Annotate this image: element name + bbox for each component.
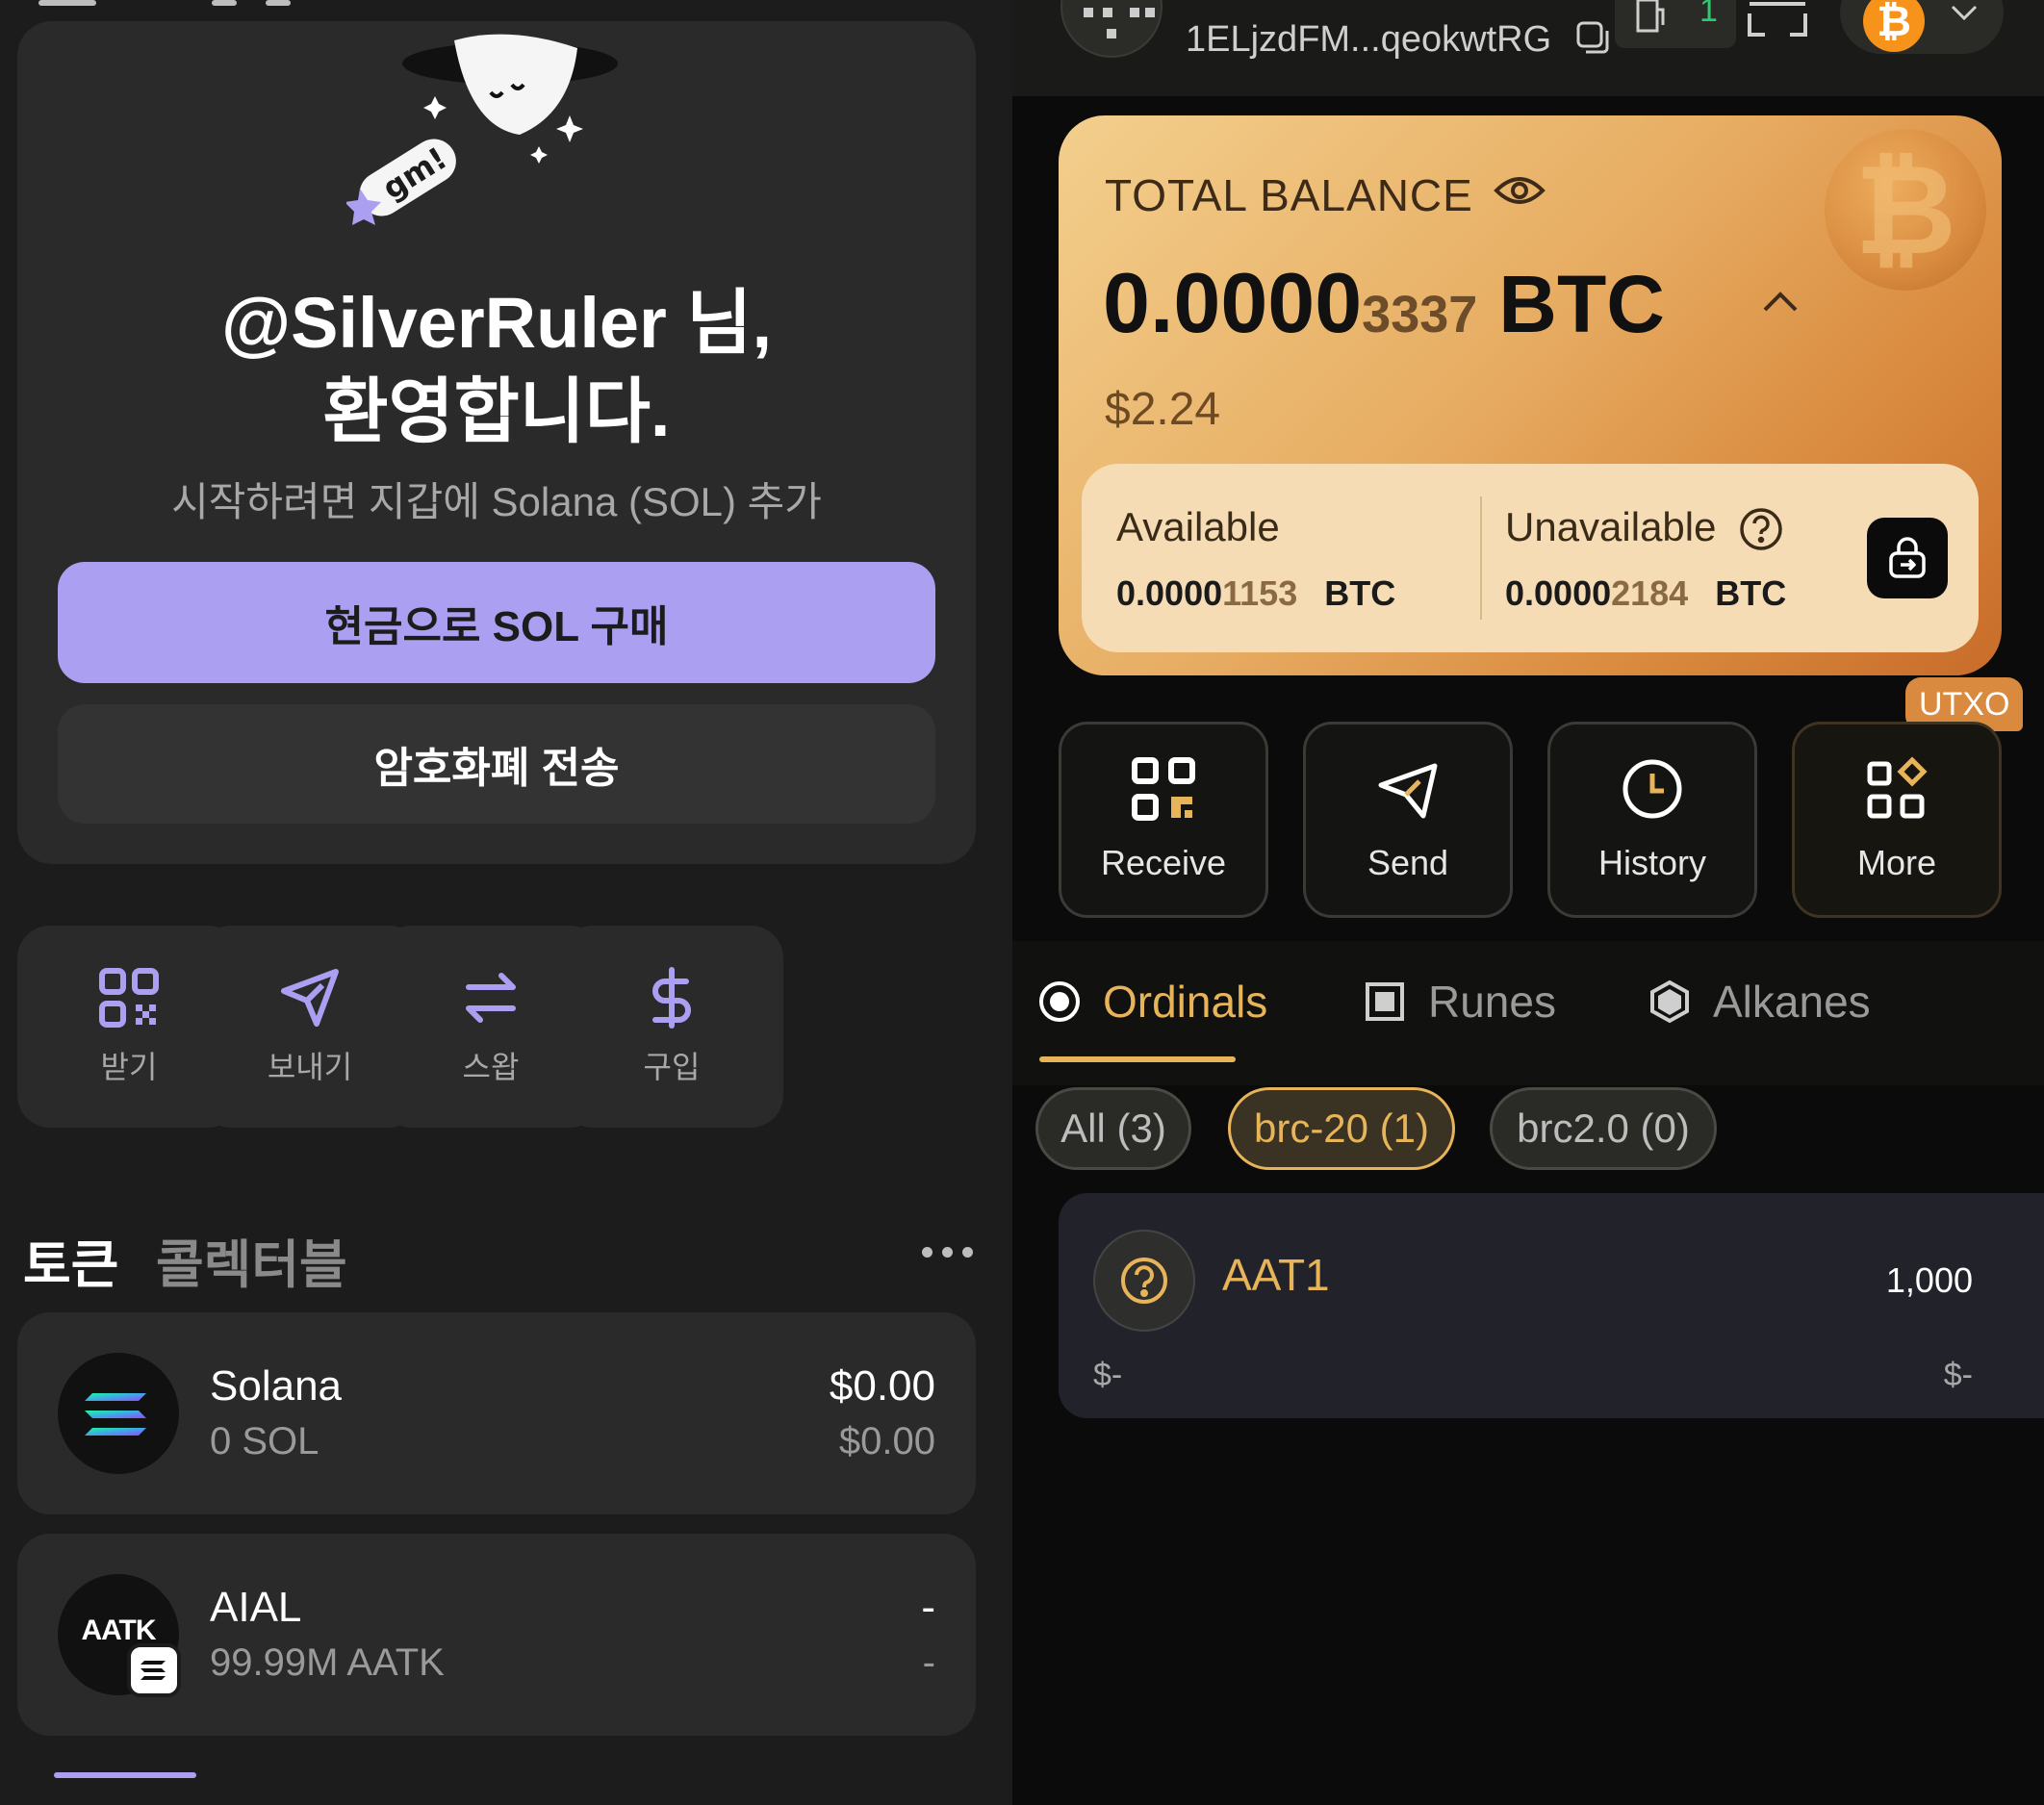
home-indicator bbox=[54, 1772, 196, 1778]
gm-mascot-illustration: gm! bbox=[346, 34, 618, 225]
tab-ordinals[interactable]: Ordinals bbox=[1037, 976, 1267, 1028]
filter-chip-brc2[interactable]: brc2.0 (0) bbox=[1490, 1087, 1717, 1170]
welcome-subtitle: 시작하려면 지갑에 Solana (SOL) 추가 bbox=[171, 479, 822, 524]
aatk-logo-icon: AATK bbox=[58, 1574, 181, 1697]
bitcoin-coin-icon: ₿ bbox=[1825, 129, 1986, 291]
token-amount: 0 SOL bbox=[210, 1420, 319, 1462]
gas-pump-icon bbox=[1636, 0, 1665, 33]
asset-usd-change: $- bbox=[1943, 1357, 1973, 1393]
total-balance-value: 0.00003337 BTC bbox=[1103, 255, 1665, 350]
history-button[interactable]: History bbox=[1547, 722, 1757, 918]
copy-icon[interactable] bbox=[1574, 19, 1613, 58]
quick-actions: 받기 보내기 스왑 구입 bbox=[17, 926, 976, 1128]
chevron-up-icon[interactable] bbox=[1761, 287, 1800, 316]
solana-chain-badge-icon bbox=[127, 1643, 181, 1697]
phantom-wallet-panel: gm! @SilverRuler 님, 환영합니다. 시작하려면 지갑에 Sol… bbox=[0, 0, 1012, 1805]
token-name: AIAL bbox=[210, 1584, 302, 1631]
tab-collectibles[interactable]: 콜렉터블 bbox=[156, 1222, 347, 1298]
chain-selector[interactable]: ₿ bbox=[1840, 0, 2004, 54]
swap-action-label: 스왑 bbox=[462, 1050, 520, 1084]
active-tab-underline bbox=[1039, 1056, 1236, 1062]
welcome-title-line2: 환영합니다. bbox=[322, 371, 671, 451]
receive-label: Receive bbox=[1100, 843, 1227, 882]
account-avatar[interactable] bbox=[1060, 0, 1163, 58]
token-value-change: $0.00 bbox=[838, 1420, 935, 1462]
balance-breakdown: Available 0.00001153 BTC Unavailable 0.00… bbox=[1082, 464, 1979, 652]
unlock-icon bbox=[1889, 537, 1926, 578]
send-action-label: 보내기 bbox=[267, 1050, 353, 1084]
wallet-address[interactable]: 1ELjzdFM...qeokwtRG bbox=[1186, 19, 1551, 61]
balance-divider bbox=[1480, 496, 1482, 620]
token-value: - bbox=[921, 1584, 935, 1631]
radio-selected-icon bbox=[1039, 981, 1080, 1022]
send-icon bbox=[281, 969, 339, 1027]
tab-tokens[interactable]: 토큰 bbox=[23, 1222, 118, 1298]
gas-indicator-value: 1 bbox=[1699, 0, 1718, 29]
buy-sol-button[interactable]: 현금으로 SOL 구매 bbox=[58, 562, 935, 683]
swap-icon bbox=[466, 973, 516, 1023]
available-balance: Available 0.00001153 BTC bbox=[1116, 504, 1395, 614]
qr-icon bbox=[1132, 757, 1195, 821]
gas-fee-widget[interactable]: 1 bbox=[1615, 0, 1736, 48]
help-icon[interactable] bbox=[1738, 506, 1784, 552]
token-row-solana[interactable]: Solana 0 SOL $0.00 $0.00 bbox=[17, 1312, 976, 1514]
unlock-button[interactable] bbox=[1867, 518, 1948, 598]
runes-icon bbox=[1366, 982, 1404, 1021]
clock-icon bbox=[1622, 759, 1682, 819]
aatk-logo-text: AATK bbox=[81, 1614, 156, 1646]
token-name: Solana bbox=[210, 1362, 343, 1410]
dollar-icon bbox=[652, 967, 691, 1029]
solana-logo-icon bbox=[58, 1353, 179, 1474]
btc-wallet-panel: 1ELjzdFM...qeokwtRG 1 ₿ ₿ TOTAL BALANCE … bbox=[1012, 0, 2044, 1805]
available-value: 0.00001153 BTC bbox=[1116, 573, 1396, 613]
send-icon bbox=[1378, 763, 1438, 819]
welcome-title-line1: @SilverRuler 님, bbox=[220, 283, 773, 363]
eye-icon[interactable] bbox=[1494, 171, 1546, 210]
alkanes-hexagon-icon bbox=[1650, 979, 1689, 1024]
tab-runes[interactable]: Runes bbox=[1363, 976, 1556, 1028]
filter-chip-brc20[interactable]: brc-20 (1) bbox=[1228, 1087, 1455, 1170]
asset-usd-value: $- bbox=[1093, 1357, 1123, 1393]
unknown-token-icon bbox=[1093, 1230, 1195, 1332]
tab-alkanes[interactable]: Alkanes bbox=[1648, 976, 1871, 1028]
asset-row-aat1[interactable]: AAT1 1,000 $- $- bbox=[1059, 1193, 2044, 1418]
receive-button[interactable]: Receive bbox=[1059, 722, 1268, 918]
unavailable-value: 0.00002184 BTC bbox=[1505, 573, 1787, 613]
buy-action[interactable]: 구입 bbox=[560, 926, 783, 1128]
chevron-down-icon bbox=[1951, 5, 1978, 21]
more-button[interactable]: More bbox=[1792, 722, 2002, 918]
total-balance-card: ₿ TOTAL BALANCE 0.00003337 BTC $2.24 Avai… bbox=[1059, 115, 2002, 675]
welcome-title: @SilverRuler 님, 환영합니다. bbox=[17, 279, 976, 456]
more-options-icon[interactable] bbox=[922, 1241, 974, 1260]
bitcoin-chain-icon: ₿ bbox=[1863, 0, 1925, 52]
buy-action-label: 구입 bbox=[643, 1050, 701, 1084]
filter-chip-all[interactable]: All (3) bbox=[1035, 1087, 1191, 1170]
send-crypto-button[interactable]: 암호화폐 전송 bbox=[58, 704, 935, 824]
send-button[interactable]: Send bbox=[1303, 722, 1513, 918]
qr-icon bbox=[99, 968, 159, 1028]
token-value: $0.00 bbox=[829, 1362, 935, 1410]
token-row-aial[interactable]: AATK AIAL 99.99M AATK - - bbox=[17, 1534, 976, 1736]
grid-icon bbox=[1867, 756, 1928, 819]
token-amount: 99.99M AATK bbox=[210, 1641, 445, 1684]
token-value-change: - bbox=[922, 1641, 935, 1684]
receive-action-label: 받기 bbox=[100, 1050, 158, 1084]
more-label: More bbox=[1856, 843, 1937, 882]
available-label: Available bbox=[1116, 504, 1280, 549]
status-bar-fragment bbox=[38, 0, 366, 8]
asset-amount: 1,000 bbox=[1885, 1260, 1973, 1300]
asset-name: AAT1 bbox=[1222, 1250, 1330, 1300]
wallet-header: 1ELjzdFM...qeokwtRG 1 ₿ bbox=[1012, 0, 2044, 96]
scan-icon[interactable] bbox=[1746, 0, 1809, 38]
total-balance-label: TOTAL BALANCE bbox=[1105, 170, 1473, 220]
history-label: History bbox=[1597, 843, 1706, 882]
total-balance-usd: $2.24 bbox=[1105, 384, 1221, 435]
send-label: Send bbox=[1367, 843, 1449, 882]
